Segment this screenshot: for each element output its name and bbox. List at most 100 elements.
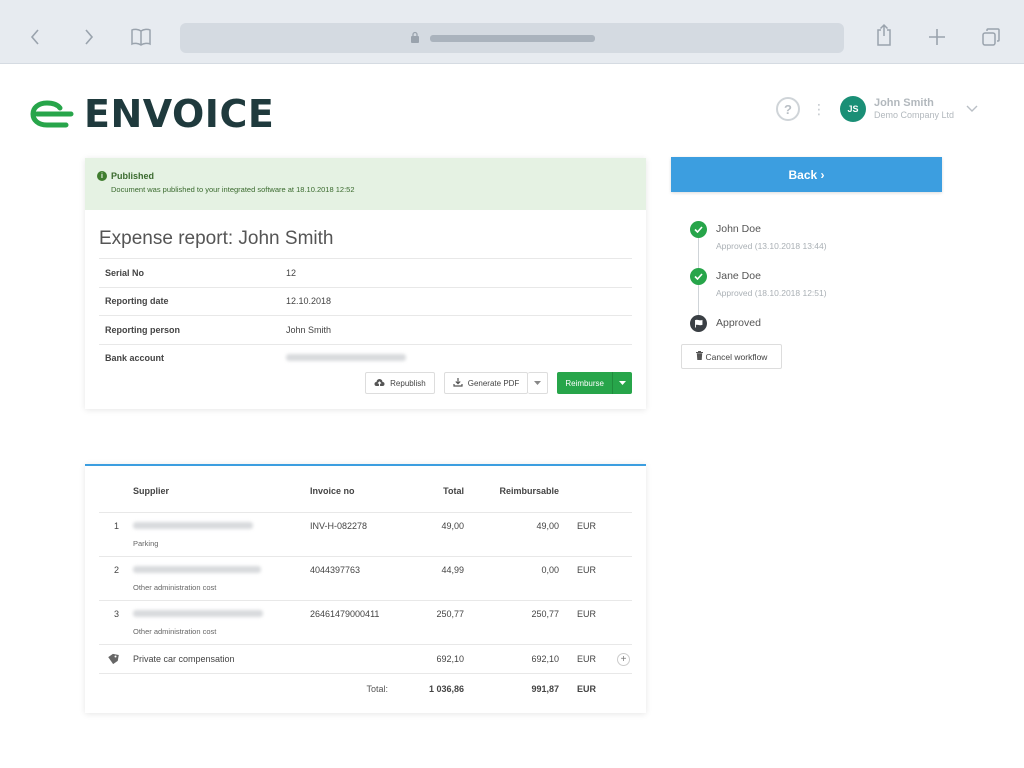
more-options-icon[interactable]: ⋮ <box>812 102 826 116</box>
generate-pdf-label: Generate PDF <box>467 378 520 388</box>
row-total: 44,99 <box>441 565 464 575</box>
row-currency: EUR <box>577 654 597 664</box>
col-total: Total <box>443 486 464 496</box>
share-icon[interactable] <box>873 23 895 46</box>
detail-label: Reporting person <box>105 324 181 335</box>
expense-category: Other administration cost <box>133 627 217 636</box>
supplier-redacted <box>133 566 261 573</box>
caret-down-icon <box>619 381 626 385</box>
chevron-down-icon[interactable] <box>966 100 978 118</box>
detail-row: Bank account <box>99 343 632 373</box>
row-currency: EUR <box>577 609 597 619</box>
cancel-workflow-label: Cancel workflow <box>705 351 768 362</box>
total-label: Total: <box>366 683 388 694</box>
detail-value: John Smith <box>286 324 332 335</box>
detail-label: Serial No <box>105 267 145 278</box>
user-info[interactable]: John Smith Demo Company Ltd <box>874 97 954 121</box>
row-total: 250,77 <box>436 609 464 619</box>
caret-down-icon <box>534 381 542 385</box>
totals-row: Total: 1 036,86 991,87 EUR <box>99 673 632 703</box>
browser-forward-icon[interactable] <box>78 26 100 48</box>
envoice-logo[interactable]: ENVOICE <box>30 92 274 136</box>
bank-account-redacted <box>286 354 406 362</box>
detail-value: 12.10.2018 <box>286 296 332 307</box>
reimburse-options-dropdown[interactable] <box>612 372 632 394</box>
approval-status: Approved (13.10.2018 13:44) <box>716 241 827 251</box>
browser-toolbar <box>0 0 1024 64</box>
col-invoice-no: Invoice no <box>310 486 355 496</box>
workflow-final-status: Approved <box>716 317 761 329</box>
detail-row: Reporting person John Smith <box>99 315 632 344</box>
approval-status: Approved (18.10.2018 12:51) <box>716 288 827 298</box>
invoice-number: 4044397763 <box>310 565 361 575</box>
republish-label: Republish <box>390 378 426 388</box>
table-row[interactable]: Private car compensation 692,10 692,10 E… <box>99 644 632 673</box>
help-icon[interactable]: ? <box>775 97 800 121</box>
table-row[interactable]: 2 Other administration cost 4044397763 4… <box>99 556 632 600</box>
supplier-redacted <box>133 610 263 617</box>
lock-icon <box>410 31 420 49</box>
table-header: Supplier Invoice no Total Reimbursable <box>99 486 632 512</box>
row-number: 3 <box>113 609 119 619</box>
url-text <box>430 35 595 42</box>
detail-label: Reporting date <box>105 296 169 307</box>
page-title: Expense report: John Smith <box>99 228 334 249</box>
check-icon <box>690 268 707 285</box>
cancel-workflow-button[interactable]: Cancel workflow <box>681 344 782 369</box>
reimburse-button[interactable]: Reimburse <box>557 372 632 394</box>
invoice-number: INV-H-082278 <box>310 521 368 531</box>
pdf-options-dropdown[interactable] <box>528 372 549 394</box>
row-currency: EUR <box>577 521 597 531</box>
new-tab-icon[interactable] <box>926 26 948 48</box>
reimbursable-total: 991,87 <box>531 683 559 694</box>
flag-icon <box>690 315 707 332</box>
published-banner: i Published Document was published to yo… <box>85 158 646 210</box>
car-compensation-label: Private car compensation <box>133 654 235 664</box>
info-icon: i <box>97 171 107 181</box>
invoice-table: Supplier Invoice no Total Reimbursable 1… <box>99 486 632 703</box>
add-icon[interactable]: + <box>617 652 630 666</box>
invoices-card: Supplier Invoice no Total Reimbursable 1… <box>85 464 646 713</box>
report-actions: Republish Generate PDF Reimburse <box>356 372 632 394</box>
col-reimbursable: Reimbursable <box>499 486 559 496</box>
expense-category: Parking <box>133 539 159 548</box>
address-bar[interactable] <box>180 23 844 53</box>
approver-name: John Doe <box>716 223 761 235</box>
user-name: John Smith <box>873 97 934 109</box>
workflow-step: John Doe Approved (13.10.2018 13:44) <box>690 221 940 268</box>
check-icon <box>690 221 707 238</box>
row-total: 49,00 <box>441 521 464 531</box>
col-supplier: Supplier <box>133 486 170 496</box>
user-area: ? ⋮ JS John Smith Demo Company Ltd <box>775 96 978 122</box>
row-reimbursable: 250,77 <box>531 609 559 619</box>
expense-category: Other administration cost <box>133 583 217 592</box>
row-number: 1 <box>113 521 119 531</box>
table-row[interactable]: 1 Parking INV-H-082278 49,00 49,00 EUR <box>99 512 632 556</box>
bookmarks-icon[interactable] <box>130 26 152 48</box>
download-icon <box>453 377 463 389</box>
browser-back-icon[interactable] <box>24 26 46 48</box>
table-row[interactable]: 3 Other administration cost 264614790004… <box>99 600 632 644</box>
generate-pdf-button[interactable]: Generate PDF <box>443 372 529 394</box>
grand-total: 1 036,86 <box>428 683 464 694</box>
tabs-overview-icon[interactable] <box>980 26 1002 48</box>
supplier-redacted <box>133 522 253 529</box>
tag-icon <box>108 653 119 664</box>
row-reimbursable: 692,10 <box>531 654 559 664</box>
republish-button[interactable]: Republish <box>365 372 435 394</box>
approval-workflow: John Doe Approved (13.10.2018 13:44) Jan… <box>690 221 940 362</box>
detail-row: Serial No 12 <box>99 258 632 287</box>
back-button[interactable]: Back › <box>671 157 942 192</box>
user-company: Demo Company Ltd <box>873 110 954 120</box>
trash-icon <box>695 351 703 362</box>
detail-row: Reporting date 12.10.2018 <box>99 286 632 316</box>
report-details: Serial No 12 Reporting date 12.10.2018 R… <box>99 258 632 372</box>
approver-name: Jane Doe <box>716 270 761 282</box>
banner-message: Document was published to your integrate… <box>111 185 355 194</box>
logo-text: ENVOICE <box>84 92 275 136</box>
envoice-e-icon <box>30 100 74 128</box>
avatar[interactable]: JS <box>839 96 866 122</box>
page: ENVOICE ? ⋮ JS John Smith Demo Company L… <box>0 64 1024 768</box>
total-currency: EUR <box>577 683 597 694</box>
row-reimbursable: 0,00 <box>541 565 559 575</box>
